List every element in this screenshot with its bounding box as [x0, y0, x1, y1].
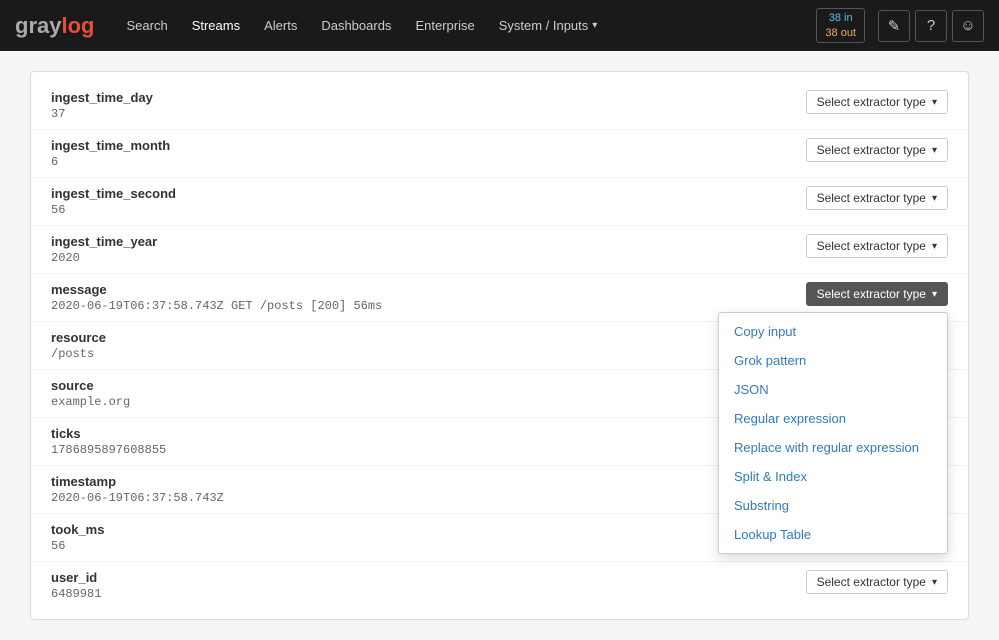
field-value: 56: [51, 539, 806, 553]
count-out: 38 out: [825, 26, 856, 40]
nav-enterprise[interactable]: Enterprise: [403, 0, 486, 51]
nav-alerts[interactable]: Alerts: [252, 0, 309, 51]
nav-streams[interactable]: Streams: [180, 0, 252, 51]
nav-system-arrow: ▾: [592, 20, 597, 31]
field-name: timestamp: [51, 474, 806, 489]
extractor-btn-label: Select extractor type: [817, 95, 926, 109]
field-info: resource/posts: [51, 330, 806, 361]
select-extractor-btn[interactable]: Select extractor type ▾: [806, 282, 948, 306]
field-action: Select extractor type ▾: [806, 186, 948, 210]
field-row: ingest_time_second56Select extractor typ…: [31, 178, 968, 226]
field-row: ingest_time_day 37 Select extractor type ▾: [31, 82, 968, 130]
extractor-btn-label: Select extractor type: [817, 239, 926, 253]
message-counter: 38 in 38 out: [816, 8, 865, 43]
extractor-btn-label: Select extractor type: [817, 575, 926, 589]
field-list: ingest_time_day37Select extractor type▾i…: [30, 71, 969, 620]
field-value: 2020-06-19T06:37:58.743Z GET /posts [200…: [51, 299, 806, 313]
field-name: resource: [51, 330, 806, 345]
navbar-right: 38 in 38 out ✎ ? ☺: [816, 8, 984, 43]
field-name: message: [51, 282, 806, 297]
field-value: 37: [51, 107, 806, 121]
extractor-dropdown: Copy inputGrok patternJSONRegular expres…: [718, 312, 948, 554]
field-info: ingest_time_year 2020: [51, 234, 806, 265]
select-extractor-btn[interactable]: Select extractor type ▾: [806, 234, 948, 258]
field-row: ingest_time_year2020Select extractor typ…: [31, 226, 968, 274]
field-row: ingest_time_month 6 Select extractor type ▾: [31, 130, 968, 178]
caret-icon: ▾: [932, 145, 937, 156]
field-info: timestamp 2020-06-19T06:37:58.743Z: [51, 474, 806, 505]
field-name: ticks: [51, 426, 806, 441]
field-info: user_id 6489981: [51, 570, 806, 601]
dropdown-item[interactable]: Split & Index: [719, 462, 947, 491]
dropdown-item[interactable]: Replace with regular expression: [719, 433, 947, 462]
field-action: Select extractor type ▾: [806, 90, 948, 114]
field-value: 1786895897608855: [51, 443, 806, 457]
extractor-btn-label: Select extractor type: [817, 143, 926, 157]
field-value: 2020-06-19T06:37:58.743Z: [51, 491, 806, 505]
edit-button[interactable]: ✎: [878, 10, 910, 42]
field-info: ticks 1786895897608855: [51, 426, 806, 457]
select-extractor-btn[interactable]: Select extractor type ▾: [806, 186, 948, 210]
field-action: Select extractor type ▾: [806, 138, 948, 162]
field-name: ingest_time_month: [51, 138, 806, 153]
field-info: ingest_time_month 6: [51, 138, 806, 169]
main-content: ingest_time_day37Select extractor type▾i…: [0, 51, 999, 640]
field-action: Select extractor type▾Copy inputGrok pat…: [806, 282, 948, 306]
field-info: ingest_time_second 56: [51, 186, 806, 217]
field-info: source example.org: [51, 378, 806, 409]
caret-icon: ▾: [932, 97, 937, 108]
field-value: 2020: [51, 251, 806, 265]
dropdown-item[interactable]: Copy input: [719, 317, 947, 346]
caret-icon: ▾: [932, 289, 937, 300]
nav-links: Search Streams Alerts Dashboards Enterpr…: [114, 0, 816, 51]
brand-logo: graylog: [15, 13, 94, 39]
dropdown-item[interactable]: JSON: [719, 375, 947, 404]
field-action: Select extractor type ▾: [806, 234, 948, 258]
user-button[interactable]: ☺: [952, 10, 984, 42]
select-extractor-btn[interactable]: Select extractor type ▾: [806, 570, 948, 594]
nav-system-inputs[interactable]: System / Inputs ▾: [487, 0, 610, 51]
select-extractor-btn[interactable]: Select extractor type ▾: [806, 90, 948, 114]
dropdown-item[interactable]: Lookup Table: [719, 520, 947, 549]
field-name: user_id: [51, 570, 806, 585]
count-in: 38 in: [829, 11, 853, 25]
brand-log: log: [61, 13, 94, 39]
field-info: ingest_time_day 37: [51, 90, 806, 121]
caret-icon: ▾: [932, 193, 937, 204]
select-extractor-btn[interactable]: Select extractor type ▾: [806, 138, 948, 162]
field-name: ingest_time_second: [51, 186, 806, 201]
field-value: 6: [51, 155, 806, 169]
field-value: example.org: [51, 395, 806, 409]
caret-icon: ▾: [932, 241, 937, 252]
dropdown-item[interactable]: Substring: [719, 491, 947, 520]
field-value: 6489981: [51, 587, 806, 601]
help-button[interactable]: ?: [915, 10, 947, 42]
field-value: 56: [51, 203, 806, 217]
extractor-btn-label: Select extractor type: [817, 191, 926, 205]
dropdown-item[interactable]: Regular expression: [719, 404, 947, 433]
field-value: /posts: [51, 347, 806, 361]
extractor-btn-label: Select extractor type: [817, 287, 926, 301]
field-name: ingest_time_year: [51, 234, 806, 249]
field-name: source: [51, 378, 806, 393]
navbar: graylog Search Streams Alerts Dashboards…: [0, 0, 999, 51]
nav-dashboards[interactable]: Dashboards: [309, 0, 403, 51]
field-action: Select extractor type ▾: [806, 570, 948, 594]
field-name: took_ms: [51, 522, 806, 537]
field-row: message 2020-06-19T06:37:58.743Z GET /pos…: [31, 274, 968, 322]
caret-icon: ▾: [932, 577, 937, 588]
field-row: user_id 6489981 Select extractor type ▾: [31, 562, 968, 609]
dropdown-item[interactable]: Grok pattern: [719, 346, 947, 375]
field-info: took_ms 56: [51, 522, 806, 553]
brand-gray: gray: [15, 13, 61, 39]
field-name: ingest_time_day: [51, 90, 806, 105]
nav-search[interactable]: Search: [114, 0, 179, 51]
field-info: message 2020-06-19T06:37:58.743Z GET /pos…: [51, 282, 806, 313]
